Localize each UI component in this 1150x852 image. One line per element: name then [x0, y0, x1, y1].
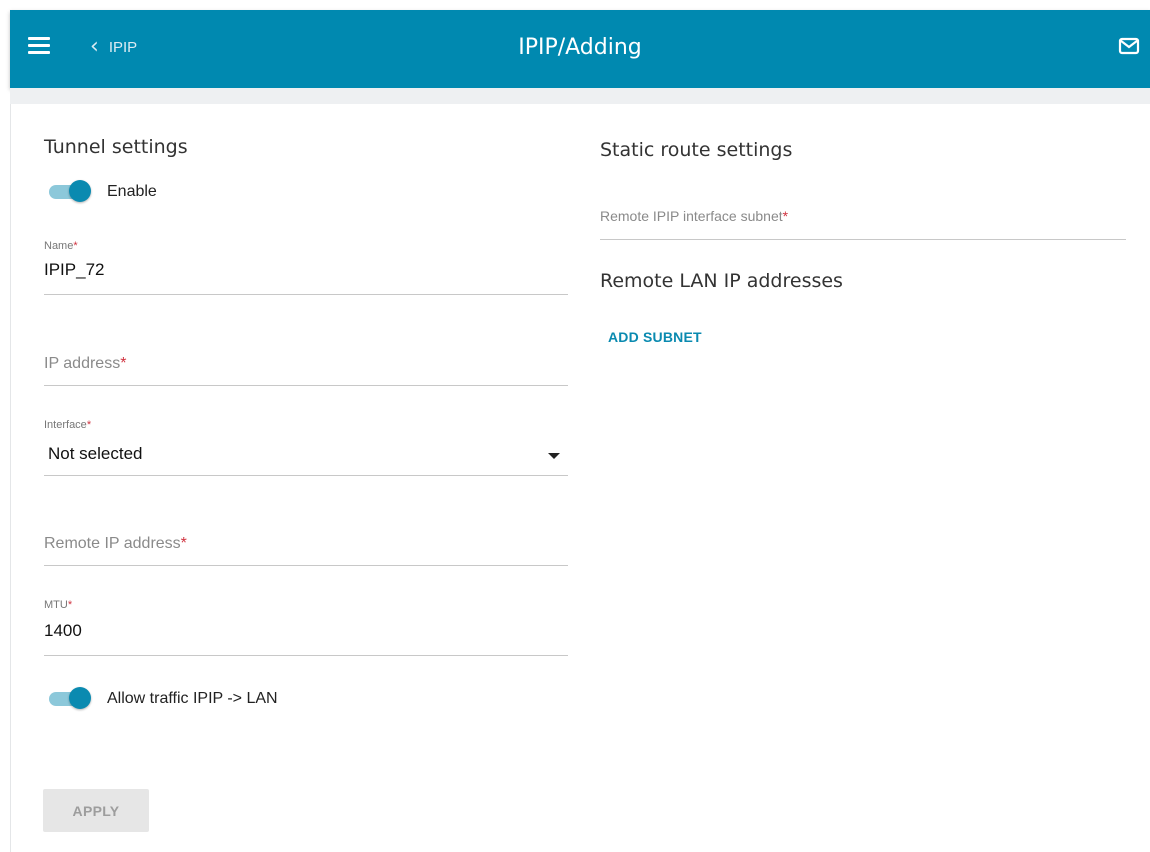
remote-ip-placeholder: Remote IP address — [44, 535, 181, 552]
mail-icon[interactable] — [1118, 36, 1140, 56]
add-subnet-button[interactable]: ADD SUBNET — [608, 329, 702, 345]
enable-toggle[interactable] — [45, 180, 91, 202]
interface-selected-value: Not selected — [48, 444, 143, 463]
interface-label-text: Interface — [44, 419, 87, 431]
caret-down-icon — [548, 453, 560, 459]
main-content: Tunnel settings Enable Name* IPIP_72 IP … — [10, 104, 1150, 852]
remote-subnet-field[interactable]: Remote IPIP interface subnet* — [600, 194, 1126, 240]
enable-label: Enable — [107, 183, 157, 200]
static-route-settings-title: Static route settings — [600, 139, 793, 161]
toggle-knob — [69, 180, 91, 202]
remote-lan-title: Remote LAN IP addresses — [600, 270, 843, 292]
remote-ip-input[interactable]: Remote IP address* — [44, 535, 187, 553]
top-bar: ‹ IPIP IPIP/Adding — [10, 10, 1150, 88]
name-field-label: Name* — [44, 240, 78, 252]
required-mark: * — [120, 355, 127, 372]
mtu-label: MTU* — [44, 599, 72, 611]
mtu-label-text: MTU — [44, 599, 68, 611]
remote-subnet-input[interactable]: Remote IPIP interface subnet* — [600, 208, 788, 224]
ip-address-field[interactable]: IP address* — [44, 340, 568, 386]
name-input[interactable]: IPIP_72 — [44, 260, 105, 280]
panel-top-strip — [10, 88, 1150, 104]
mtu-field[interactable]: MTU* 1400 — [44, 597, 568, 656]
page-title: IPIP/Adding — [518, 35, 642, 60]
required-mark: * — [180, 535, 187, 552]
interface-label: Interface* — [44, 419, 91, 431]
required-mark: * — [73, 240, 78, 252]
ip-address-input[interactable]: IP address* — [44, 355, 126, 373]
required-mark: * — [86, 419, 92, 431]
mtu-input[interactable]: 1400 — [44, 621, 82, 641]
required-mark: * — [782, 208, 789, 224]
remote-ip-field[interactable]: Remote IP address* — [44, 520, 568, 566]
apply-button[interactable]: APPLY — [43, 789, 149, 832]
toggle-knob — [69, 687, 91, 709]
allow-traffic-label: Allow traffic IPIP -> LAN — [107, 690, 278, 707]
required-mark: * — [67, 599, 73, 611]
remote-subnet-placeholder: Remote IPIP interface subnet — [600, 208, 783, 224]
ip-address-placeholder: IP address — [44, 355, 121, 372]
name-field[interactable]: Name* IPIP_72 — [44, 236, 568, 295]
allow-traffic-toggle[interactable] — [45, 687, 91, 709]
tunnel-settings-title: Tunnel settings — [44, 136, 188, 158]
name-label-text: Name — [44, 240, 74, 252]
interface-select[interactable]: Interface* Not selected — [44, 417, 568, 476]
